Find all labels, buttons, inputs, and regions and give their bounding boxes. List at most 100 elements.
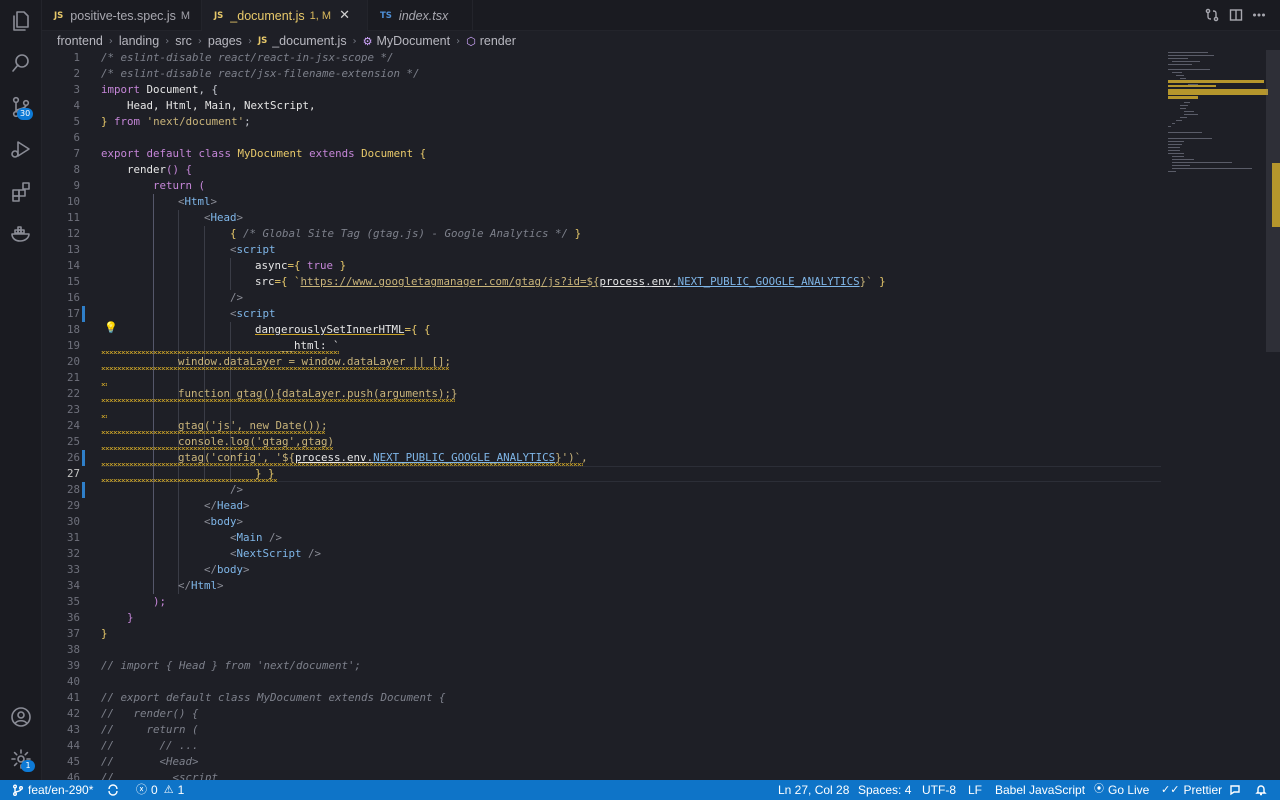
breadcrumb-item[interactable]: src <box>175 34 192 48</box>
code-line: } from 'next/document'; <box>101 115 251 128</box>
go-live-label: Go Live <box>1108 783 1150 797</box>
extensions-icon[interactable] <box>0 171 42 213</box>
line-number: 27 <box>66 467 80 480</box>
line-number: 29 <box>66 499 80 512</box>
breadcrumb-item[interactable]: landing <box>119 34 159 48</box>
line-number: 26 <box>66 451 80 464</box>
code-line: } <box>101 627 108 640</box>
line-number: 44 <box>66 739 80 752</box>
warning-squiggle <box>101 447 333 450</box>
minimap[interactable] <box>1162 50 1280 780</box>
line-number: 25 <box>66 435 80 448</box>
source-control-icon[interactable]: 30 <box>0 86 42 128</box>
feedback-icon[interactable] <box>1229 780 1241 800</box>
js-file-icon: JS <box>257 36 268 46</box>
line-number: 32 <box>66 547 80 560</box>
breadcrumb-class[interactable]: MyDocument <box>376 34 450 48</box>
code-line: src={ `https://www.googletagmanager.com/… <box>255 275 886 288</box>
more-actions-icon[interactable] <box>1252 8 1266 27</box>
code-line: <body> <box>204 515 244 528</box>
sync-icon[interactable] <box>107 780 119 800</box>
chevron-right-icon: › <box>165 35 170 47</box>
problems-indicator[interactable]: ⓧ 0 ⚠ 1 <box>136 780 184 800</box>
line-number: 22 <box>66 387 80 400</box>
eol-setting[interactable]: LF <box>968 780 982 800</box>
breadcrumb-item[interactable]: pages <box>208 34 242 48</box>
branch-indicator[interactable]: feat/en-290* <box>12 780 93 800</box>
search-icon[interactable] <box>0 42 42 84</box>
broadcast-icon: ⦿ <box>1094 784 1104 795</box>
line-number: 11 <box>66 211 80 224</box>
run-debug-icon[interactable] <box>0 128 42 170</box>
cursor-position[interactable]: Ln 27, Col 28 <box>778 780 849 800</box>
source-control-badge: 30 <box>17 108 34 120</box>
line-number: 15 <box>66 275 80 288</box>
notifications-bell-icon[interactable] <box>1255 780 1267 800</box>
code-line: /> <box>230 483 244 496</box>
breadcrumb-item[interactable]: frontend <box>57 34 103 48</box>
tab-document[interactable]: JS _document.js 1, M ✕ <box>202 0 368 31</box>
code-line: <script <box>230 307 276 320</box>
line-number: 14 <box>66 259 80 272</box>
account-icon[interactable] <box>0 696 42 738</box>
line-number: 21 <box>66 371 80 384</box>
code-line: </Html> <box>178 579 224 592</box>
go-live-button[interactable]: ⦿ Go Live <box>1094 780 1149 800</box>
split-editor-icon[interactable] <box>1229 8 1243 27</box>
line-number: 6 <box>73 131 80 144</box>
tab-label: positive-tes.spec.js <box>70 8 176 23</box>
line-number: 1 <box>73 51 80 64</box>
tab-status: M <box>180 9 191 22</box>
compare-changes-icon[interactable] <box>1205 8 1219 27</box>
prettier-status[interactable]: ✓✓ Prettier <box>1161 780 1222 800</box>
line-number: 33 <box>66 563 80 576</box>
line-number: 37 <box>66 627 80 640</box>
code-editor[interactable]: 💡 1/* eslint-disable react/react-in-jsx-… <box>42 50 1162 780</box>
warning-count: 1 <box>177 783 185 797</box>
breadcrumb-file[interactable]: _document.js <box>272 34 346 48</box>
line-number: 38 <box>66 643 80 656</box>
code-line: return ( <box>153 179 206 192</box>
tab-label: _document.js <box>230 8 305 23</box>
chevron-right-icon: › <box>247 35 252 47</box>
tab-status: 1, M <box>309 9 332 22</box>
language-mode[interactable]: Babel JavaScript <box>995 780 1085 800</box>
code-line: </Head> <box>204 499 250 512</box>
explorer-icon[interactable] <box>0 0 42 42</box>
scrollbar-warning-marker <box>1272 163 1280 227</box>
code-line: // return ( <box>101 723 199 736</box>
code-line: ); <box>153 595 167 608</box>
git-branch-icon <box>13 784 23 796</box>
line-number: 24 <box>66 419 80 432</box>
code-line: import Document, { <box>101 83 219 96</box>
indentation-setting[interactable]: Spaces: 4 <box>858 780 911 800</box>
code-line: // export default class MyDocument exten… <box>101 691 446 704</box>
tab-positive-tes-spec[interactable]: JS positive-tes.spec.js M <box>42 0 202 31</box>
code-line: <script <box>230 243 276 256</box>
breadcrumb-method[interactable]: render <box>480 34 516 48</box>
line-number: 31 <box>66 531 80 544</box>
tab-index-tsx[interactable]: TS index.tsx <box>368 0 473 31</box>
code-line: </body> <box>204 563 250 576</box>
settings-gear-icon[interactable]: 1 <box>0 738 42 780</box>
settings-badge: 1 <box>21 760 35 772</box>
line-number: 2 <box>73 67 80 80</box>
line-number: 17 <box>66 307 80 320</box>
code-line: /* eslint-disable react/jsx-filename-ext… <box>101 67 420 80</box>
code-line: <Head> <box>204 211 244 224</box>
line-number: 4 <box>73 99 80 112</box>
warning-squiggle <box>101 479 277 482</box>
close-icon[interactable]: ✕ <box>339 8 350 23</box>
class-symbol-icon: ⚙ <box>362 34 373 48</box>
chevron-right-icon: › <box>197 35 202 47</box>
tab-label: index.tsx <box>398 8 449 23</box>
editor-tabs: JS positive-tes.spec.js M JS _document.j… <box>42 0 1280 31</box>
code-line: <Main /> <box>230 531 283 544</box>
line-number: 36 <box>66 611 80 624</box>
code-line: <NextScript /> <box>230 547 322 560</box>
line-number: 43 <box>66 723 80 736</box>
warning-squiggle <box>101 415 107 418</box>
minimap-warning-highlight <box>1168 89 1268 95</box>
docker-icon[interactable] <box>0 213 42 255</box>
encoding-setting[interactable]: UTF-8 <box>922 780 956 800</box>
